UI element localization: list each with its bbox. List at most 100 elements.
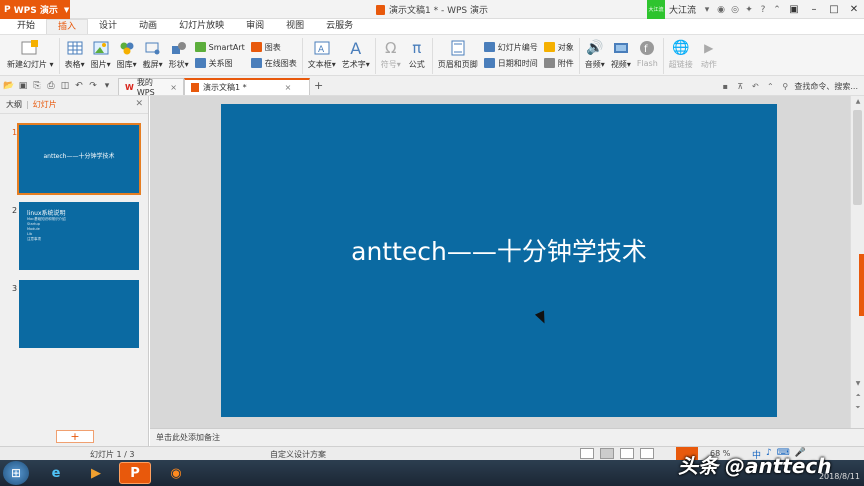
close-icon[interactable]: × xyxy=(285,83,292,92)
minimize-ribbon-icon[interactable]: ⌃ xyxy=(770,0,784,19)
firefox-icon[interactable]: ◉ xyxy=(160,462,192,484)
print-icon[interactable]: ⎙ xyxy=(45,80,57,92)
export-icon[interactable]: ⎘ xyxy=(31,80,43,92)
preview-icon[interactable]: ◫ xyxy=(59,80,71,92)
tab-outline[interactable]: 大纲 xyxy=(6,99,22,110)
scroll-up-icon[interactable]: ▲ xyxy=(851,98,864,105)
minimize-button[interactable]: – xyxy=(804,0,824,19)
chart-button[interactable]: 图表 xyxy=(250,39,297,55)
tab-view[interactable]: 视图 xyxy=(275,19,315,34)
divider xyxy=(58,38,60,74)
presentation-icon xyxy=(191,83,199,92)
chevron-down-icon[interactable]: ▾ xyxy=(101,80,113,92)
sorter-view-icon[interactable] xyxy=(620,448,634,459)
chevron-up-icon[interactable]: ⌃ xyxy=(764,80,776,92)
audio-button[interactable]: 🔊 音频▾ xyxy=(585,35,605,70)
start-button[interactable]: ⊞ xyxy=(3,461,29,485)
table-button[interactable]: 表格▾ xyxy=(65,35,85,70)
restore-button[interactable]: ▣ xyxy=(784,0,804,19)
tab-design[interactable]: 设计 xyxy=(88,19,128,34)
wps-presentation-icon[interactable]: P xyxy=(119,462,151,484)
tab-document[interactable]: 演示文稿1 * × xyxy=(184,78,310,95)
maximize-button[interactable]: □ xyxy=(824,0,844,19)
undo-icon[interactable]: ↶ xyxy=(73,80,85,92)
scroll-down-icon[interactable]: ▼ xyxy=(851,380,864,387)
wordart-button[interactable]: A 艺术字▾ xyxy=(342,35,370,70)
tab-review[interactable]: 审阅 xyxy=(235,19,275,34)
action-button[interactable]: ▶ 动作 xyxy=(699,35,719,70)
ie-icon[interactable]: e xyxy=(40,462,72,484)
notes-pane[interactable]: 单击此处添加备注 xyxy=(150,428,864,446)
scissors-icon xyxy=(143,39,163,57)
tab-slides[interactable]: 幻灯片 xyxy=(33,99,57,110)
slide-thumbnail[interactable] xyxy=(19,280,139,348)
skin-icon[interactable]: ◉ xyxy=(714,0,728,19)
tab-my-wps[interactable]: W 我的WPS × xyxy=(118,78,184,97)
object-button[interactable]: 对象 xyxy=(543,39,574,55)
slide-thumbnail[interactable]: anttech——十分钟学技术 xyxy=(17,123,141,195)
symbol-button[interactable]: Ω 符号▾ xyxy=(381,35,401,70)
flash-button[interactable]: f Flash xyxy=(637,35,658,68)
undo-icon[interactable]: ↶ xyxy=(749,80,761,92)
close-icon[interactable]: × xyxy=(170,83,177,92)
scrollbar-thumb[interactable] xyxy=(853,110,862,205)
video-button[interactable]: 视频▾ xyxy=(611,35,631,70)
omega-icon: Ω xyxy=(385,39,397,57)
vertical-scrollbar[interactable]: ▲ ▼ ⏶ ⏷ xyxy=(850,96,864,428)
command-search-input[interactable]: 查找命令、搜索... xyxy=(794,81,858,92)
settings-icon[interactable]: ✦ xyxy=(742,0,756,19)
picture-button[interactable]: 图片▾ xyxy=(91,35,111,70)
design-scheme: 自定义设计方案 xyxy=(270,450,326,459)
save-icon[interactable]: ▣ xyxy=(17,80,29,92)
slide-title[interactable]: anttech——十分钟学技术 xyxy=(221,232,777,268)
new-slide-button[interactable]: 新建幻灯片 ▾ xyxy=(7,35,54,70)
reading-view-icon[interactable] xyxy=(640,448,654,459)
close-icon[interactable]: ✕ xyxy=(135,99,143,109)
slide-thumbnail[interactable]: linux系统说明 Mac基础知识和常识介绍 Startup Module Li… xyxy=(19,202,139,270)
picture-icon xyxy=(91,39,111,57)
user-name[interactable]: 大江流 xyxy=(665,3,700,16)
slide-number-button[interactable]: 幻灯片编号 xyxy=(483,39,538,55)
divider xyxy=(662,38,664,74)
pin-icon[interactable]: ⊼ xyxy=(734,80,746,92)
formula-button[interactable]: π 公式 xyxy=(407,35,427,70)
redo-icon[interactable]: ↷ xyxy=(87,80,99,92)
hyperlink-button[interactable]: 🌐 超链接 xyxy=(669,35,693,70)
media-player-icon[interactable]: ▶ xyxy=(80,462,112,484)
tab-cloud[interactable]: 云服务 xyxy=(315,19,364,34)
list-icon[interactable] xyxy=(580,448,594,459)
slide-number: 3 xyxy=(12,284,18,293)
header-footer-button[interactable]: 页眉和页脚 xyxy=(438,35,478,70)
new-tab-button[interactable]: + xyxy=(314,79,323,92)
user-avatar[interactable]: 大江流 xyxy=(646,0,665,19)
table-icon xyxy=(65,39,85,57)
previous-page-icon[interactable]: ⏶ xyxy=(851,392,864,400)
message-icon[interactable]: ▪ xyxy=(719,80,731,92)
help-icon[interactable]: ? xyxy=(756,0,770,19)
open-folder-icon[interactable]: 📂 xyxy=(3,80,15,92)
smartart-button[interactable]: SmartArt xyxy=(194,39,245,55)
side-panel-tab[interactable] xyxy=(859,254,864,316)
tab-insert[interactable]: 插入 xyxy=(46,19,89,34)
chevron-down-icon[interactable]: ▾ xyxy=(700,0,714,19)
next-page-icon[interactable]: ⏷ xyxy=(851,404,864,412)
title-bar: P WPS 演示 ▼ 演示文稿1 * - WPS 演示 大江流 大江流 ▾ ◉ ◎… xyxy=(0,0,864,19)
attachment-button[interactable]: 附件 xyxy=(543,55,574,71)
online-chart-button[interactable]: 在线图表 xyxy=(250,55,297,71)
add-slide-button[interactable]: + xyxy=(56,430,94,443)
shapes-button[interactable]: 形状▾ xyxy=(169,35,189,70)
datetime-button[interactable]: 日期和时间 xyxy=(483,55,538,71)
feedback-icon[interactable]: ◎ xyxy=(728,0,742,19)
relation-button[interactable]: 关系图 xyxy=(194,55,245,71)
current-slide[interactable]: anttech——十分钟学技术 xyxy=(221,104,777,417)
textbox-button[interactable]: A 文本框▾ xyxy=(308,35,336,70)
tab-home[interactable]: 开始 xyxy=(6,19,46,34)
close-button[interactable]: ✕ xyxy=(844,0,864,19)
tab-slideshow[interactable]: 幻灯片放映 xyxy=(168,19,235,34)
tab-animation[interactable]: 动画 xyxy=(128,19,168,34)
search-icon[interactable]: ⚲ xyxy=(779,80,791,92)
normal-view-icon[interactable] xyxy=(600,448,614,459)
menu-bar: 开始 插入 设计 动画 幻灯片放映 审阅 视图 云服务 xyxy=(0,19,864,34)
screenshot-button[interactable]: 截屏▾ xyxy=(143,35,163,70)
gallery-button[interactable]: 图库▾ xyxy=(117,35,137,70)
